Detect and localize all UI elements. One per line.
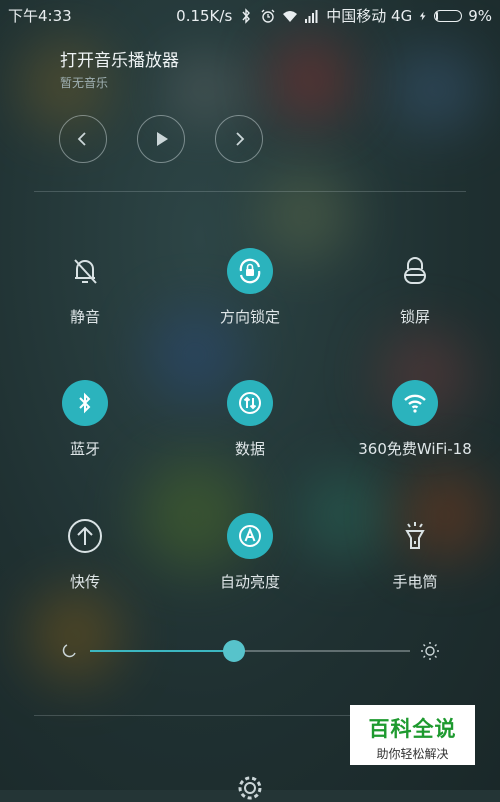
gear-icon[interactable] [236, 774, 264, 802]
battery-level [436, 11, 439, 20]
toggle-mute-label: 静音 [69, 308, 100, 326]
sun-icon [421, 642, 439, 660]
toggle-lock-screen-label: 锁屏 [399, 308, 430, 326]
flashlight-icon [392, 513, 438, 559]
brightness-fill [90, 650, 234, 652]
toggle-auto-brightness[interactable]: 自动亮度 [175, 513, 325, 592]
status-time: 下午4:33 [8, 7, 72, 25]
charging-icon [420, 11, 426, 20]
toggle-mute[interactable]: 静音 [10, 248, 160, 327]
auto-brightness-icon [227, 513, 273, 559]
play-icon [157, 132, 168, 146]
carrier-label: 中国移动 4G [326, 7, 413, 25]
status-bar: 下午4:33 0.15K/s 中国移动 4G 9% [0, 0, 500, 28]
rotation-lock-icon [227, 248, 273, 294]
alarm-icon [261, 9, 275, 23]
toggle-bluetooth[interactable]: 蓝牙 [10, 380, 160, 459]
previous-track-button[interactable] [59, 115, 107, 163]
network-speed: 0.15K/s [176, 6, 233, 25]
lock-icon [392, 248, 438, 294]
play-button[interactable] [137, 115, 185, 163]
brightness-track[interactable] [90, 640, 410, 662]
mobile-data-icon [227, 380, 273, 426]
brightness-slider[interactable] [60, 638, 440, 664]
divider-top [34, 191, 466, 192]
watermark-logo: 百科全说 助你轻松解决 [350, 705, 475, 765]
watermark-title: 百科全说 [368, 717, 457, 741]
toggle-mobile-data[interactable]: 数据 [175, 380, 325, 459]
toggle-mobile-data-label: 数据 [234, 440, 265, 458]
toggle-quick-transfer[interactable]: 快传 [10, 513, 160, 592]
toggle-rotation-lock-label: 方向锁定 [219, 308, 280, 326]
signal-icon [305, 9, 318, 23]
toggle-auto-brightness-label: 自动亮度 [219, 573, 280, 591]
bluetooth-icon [62, 380, 108, 426]
toggle-flashlight[interactable]: 手电筒 [340, 513, 490, 592]
toggle-rotation-lock[interactable]: 方向锁定 [175, 248, 325, 327]
moon-icon [62, 644, 76, 658]
toggle-lock-screen[interactable]: 锁屏 [340, 248, 490, 327]
battery-icon [434, 9, 463, 22]
music-player-subtitle: 暂无音乐 [60, 76, 109, 90]
wifi-status-icon [283, 10, 298, 22]
chevron-right-icon [236, 132, 245, 146]
upload-icon [62, 513, 108, 559]
toggle-quick-transfer-label: 快传 [69, 573, 100, 591]
bluetooth-status-icon [242, 7, 251, 24]
brightness-thumb[interactable] [223, 640, 245, 662]
battery-percent: 9% [468, 6, 492, 25]
toggle-flashlight-label: 手电筒 [392, 573, 438, 591]
wifi-icon [392, 380, 438, 426]
bell-off-icon [62, 248, 108, 294]
toggle-bluetooth-label: 蓝牙 [69, 440, 100, 458]
chevron-left-icon [77, 132, 86, 146]
next-track-button[interactable] [215, 115, 263, 163]
toggle-wifi[interactable]: 360免费WiFi-18 [340, 380, 490, 459]
music-player-title[interactable]: 打开音乐播放器 [60, 46, 179, 71]
toggle-wifi-label: 360免费WiFi-18 [358, 440, 472, 458]
watermark-subtitle: 助你轻松解决 [376, 747, 449, 761]
